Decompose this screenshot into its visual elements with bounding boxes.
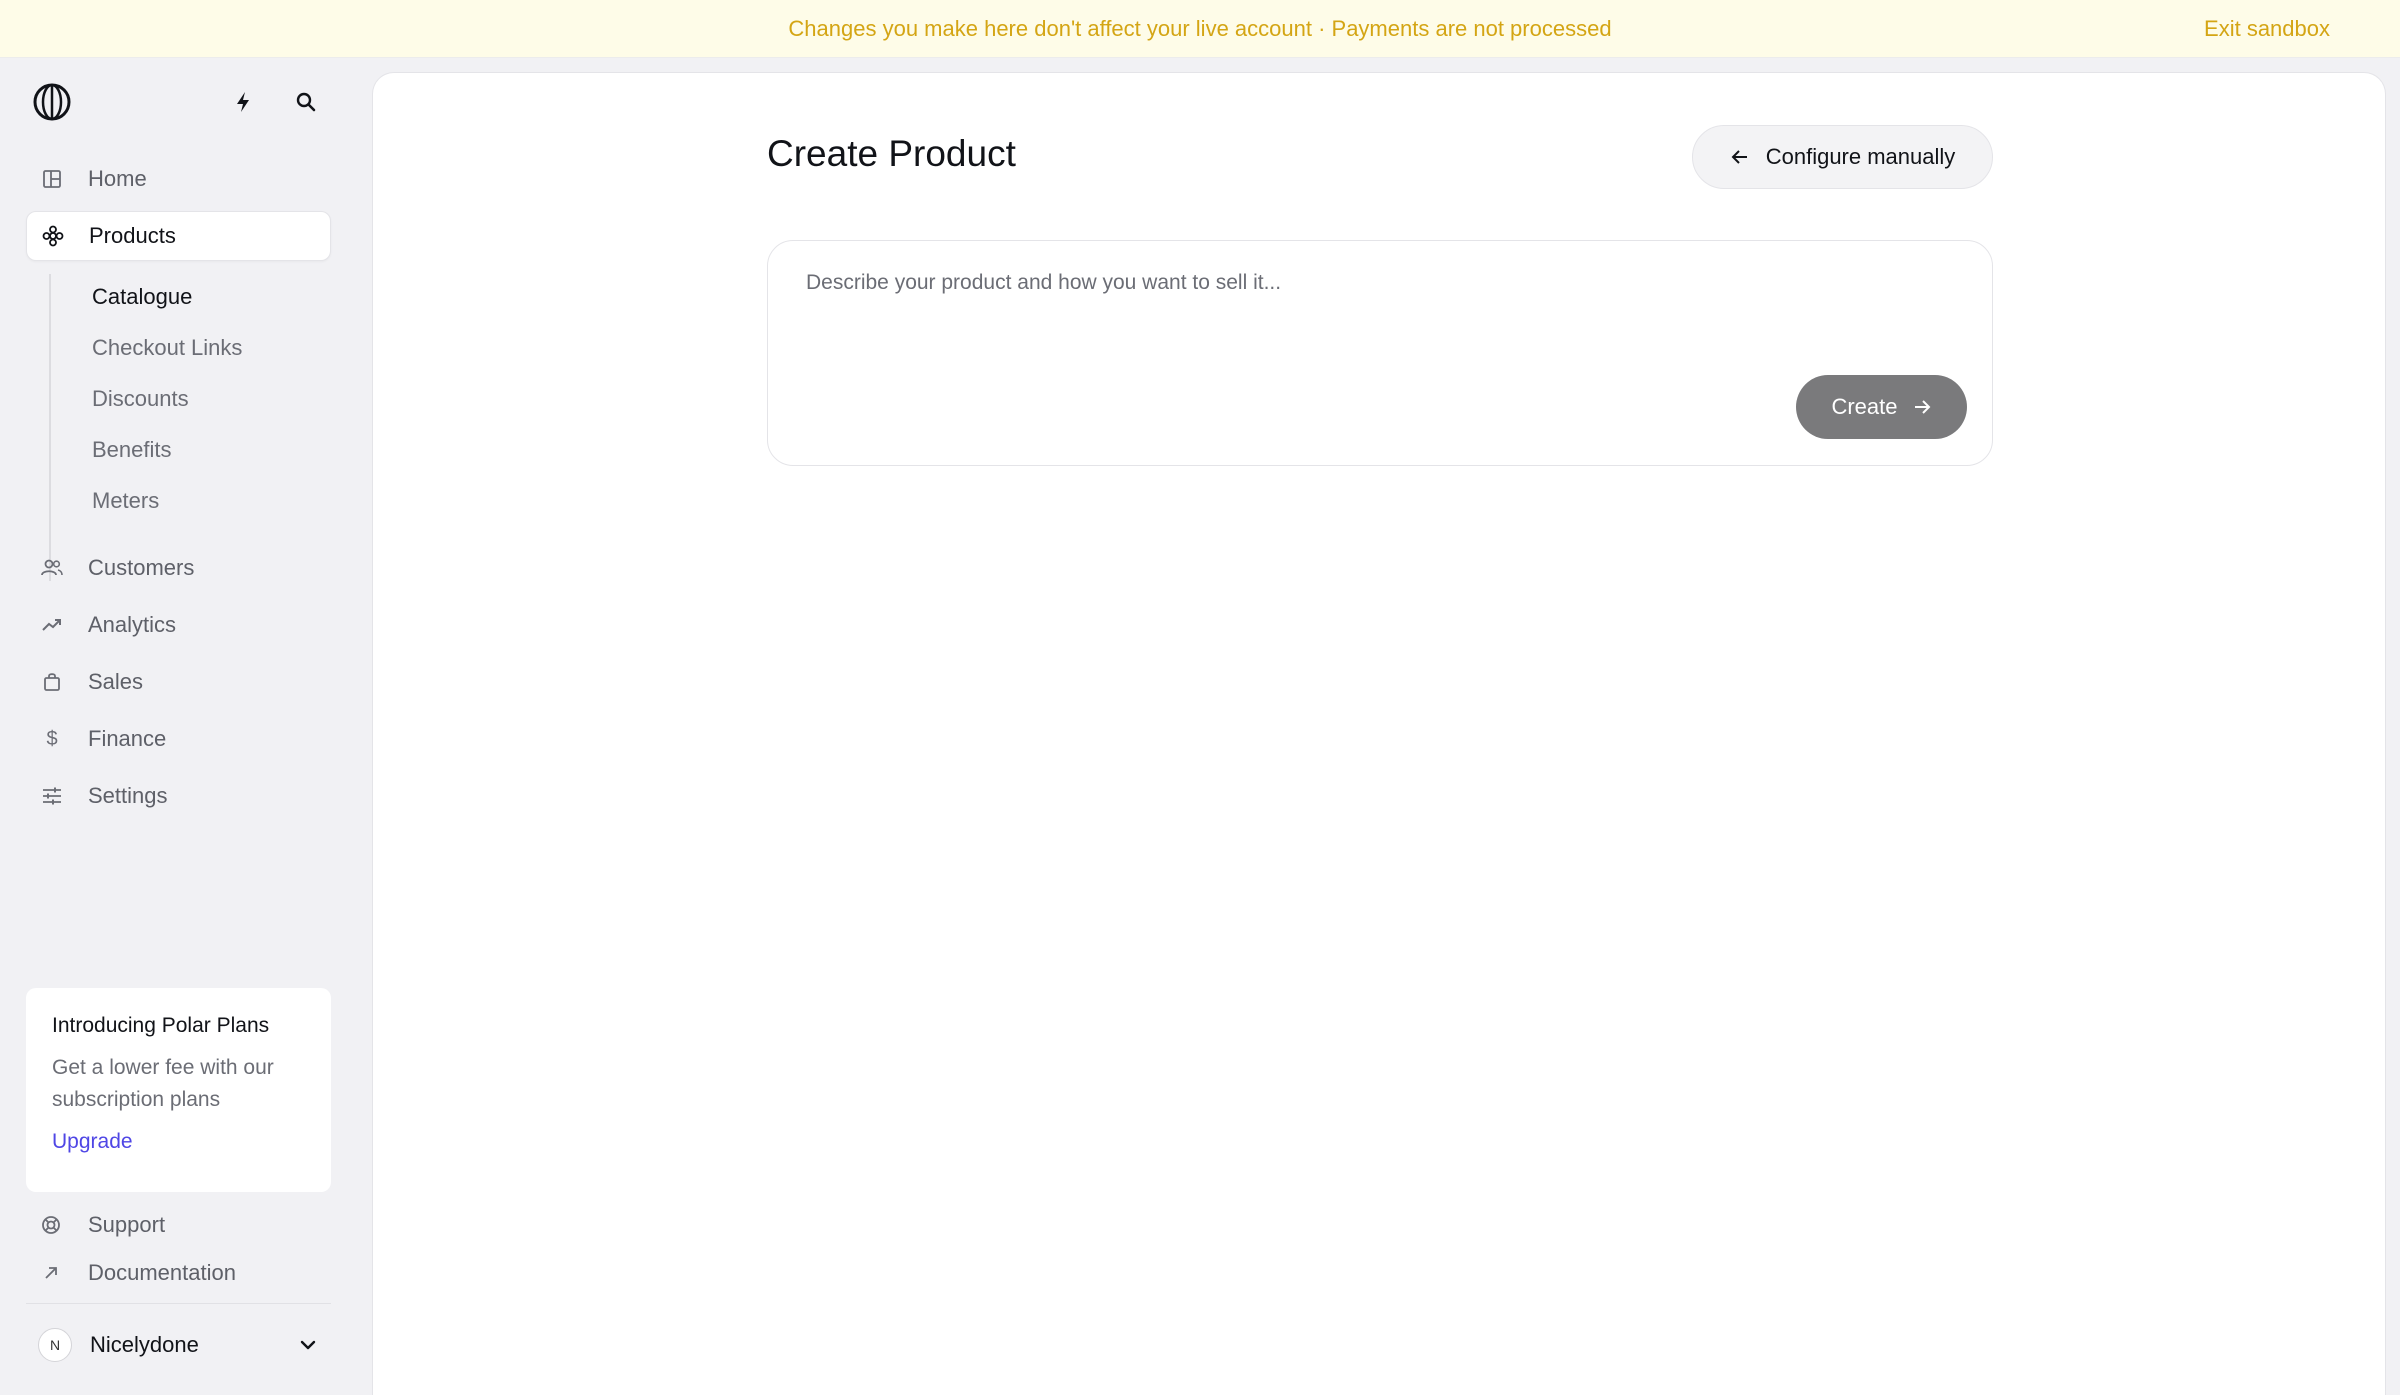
subnav-discounts[interactable]: Discounts xyxy=(92,382,189,416)
nav-analytics[interactable]: Analytics xyxy=(26,600,331,650)
sidebar: Home Products Catalogue Checkout Links D… xyxy=(0,58,370,1395)
arrow-right-icon xyxy=(1912,399,1932,415)
products-icon xyxy=(41,224,65,248)
nav-finance[interactable]: $ Finance xyxy=(26,714,331,764)
sandbox-banner: Changes you make here don't affect your … xyxy=(0,0,2400,58)
nav-analytics-label: Analytics xyxy=(88,612,177,637)
main-panel: Create Product Configure manually Create xyxy=(372,72,2386,1395)
nav-sales-label: Sales xyxy=(88,669,144,694)
analytics-icon xyxy=(40,613,64,637)
nav-sales[interactable]: Sales xyxy=(26,657,331,707)
nav-settings-label: Settings xyxy=(88,783,168,808)
subnav-meters[interactable]: Meters xyxy=(92,484,159,518)
nav-customers[interactable]: Customers xyxy=(26,543,331,593)
exit-sandbox-link[interactable]: Exit sandbox xyxy=(2204,0,2330,58)
home-icon xyxy=(40,167,64,191)
subnav-benefits[interactable]: Benefits xyxy=(92,433,172,467)
configure-manually-button[interactable]: Configure manually xyxy=(1692,125,1993,189)
sliders-icon xyxy=(40,784,64,808)
product-prompt-card: Create xyxy=(767,240,1993,466)
nav-customers-label: Customers xyxy=(88,555,195,580)
create-button[interactable]: Create xyxy=(1796,375,1967,439)
documentation-label: Documentation xyxy=(88,1260,236,1285)
subnav-catalogue[interactable]: Catalogue xyxy=(92,280,192,314)
polar-plans-promo: Introducing Polar Plans Get a lower fee … xyxy=(26,988,331,1192)
products-subnav-line xyxy=(49,274,51,581)
page-title: Create Product xyxy=(767,133,1016,174)
promo-title: Introducing Polar Plans xyxy=(52,1014,270,1037)
nav-home[interactable]: Home xyxy=(26,154,331,204)
sandbox-message: Changes you make here don't affect your … xyxy=(788,15,1612,41)
dollar-icon: $ xyxy=(46,727,58,750)
arrow-left-icon xyxy=(1730,149,1750,165)
nav-settings[interactable]: Settings xyxy=(26,771,331,821)
documentation-link[interactable]: Documentation xyxy=(40,1256,236,1290)
create-label: Create xyxy=(1831,394,1898,419)
sidebar-divider xyxy=(26,1303,331,1304)
promo-description: Get a lower fee with our subscription pl… xyxy=(52,1056,274,1111)
nav-products-label: Products xyxy=(89,223,176,248)
polar-logo[interactable] xyxy=(32,82,72,122)
account-name: Nicelydone xyxy=(90,1332,199,1357)
subnav-checkout-links[interactable]: Checkout Links xyxy=(92,331,242,365)
account-switcher[interactable]: N Nicelydone xyxy=(26,1320,331,1370)
chevron-down-icon xyxy=(299,1339,317,1351)
nav-home-label: Home xyxy=(88,166,147,191)
configure-manually-label: Configure manually xyxy=(1765,144,1956,169)
nav-finance-label: Finance xyxy=(88,726,167,751)
upgrade-link[interactable]: Upgrade xyxy=(52,1130,133,1154)
nav-products[interactable]: Products xyxy=(26,211,331,261)
support-label: Support xyxy=(88,1212,166,1237)
sales-icon xyxy=(40,670,64,694)
lifebuoy-icon xyxy=(40,1214,62,1236)
search-icon[interactable] xyxy=(292,88,320,116)
sidebar-topbar xyxy=(0,58,370,144)
customers-icon xyxy=(40,556,64,580)
bolt-icon[interactable] xyxy=(229,88,257,116)
avatar: N xyxy=(38,1328,72,1362)
support-link[interactable]: Support xyxy=(40,1208,165,1242)
product-description-input[interactable] xyxy=(806,271,1946,351)
arrow-up-right-icon xyxy=(40,1262,62,1284)
